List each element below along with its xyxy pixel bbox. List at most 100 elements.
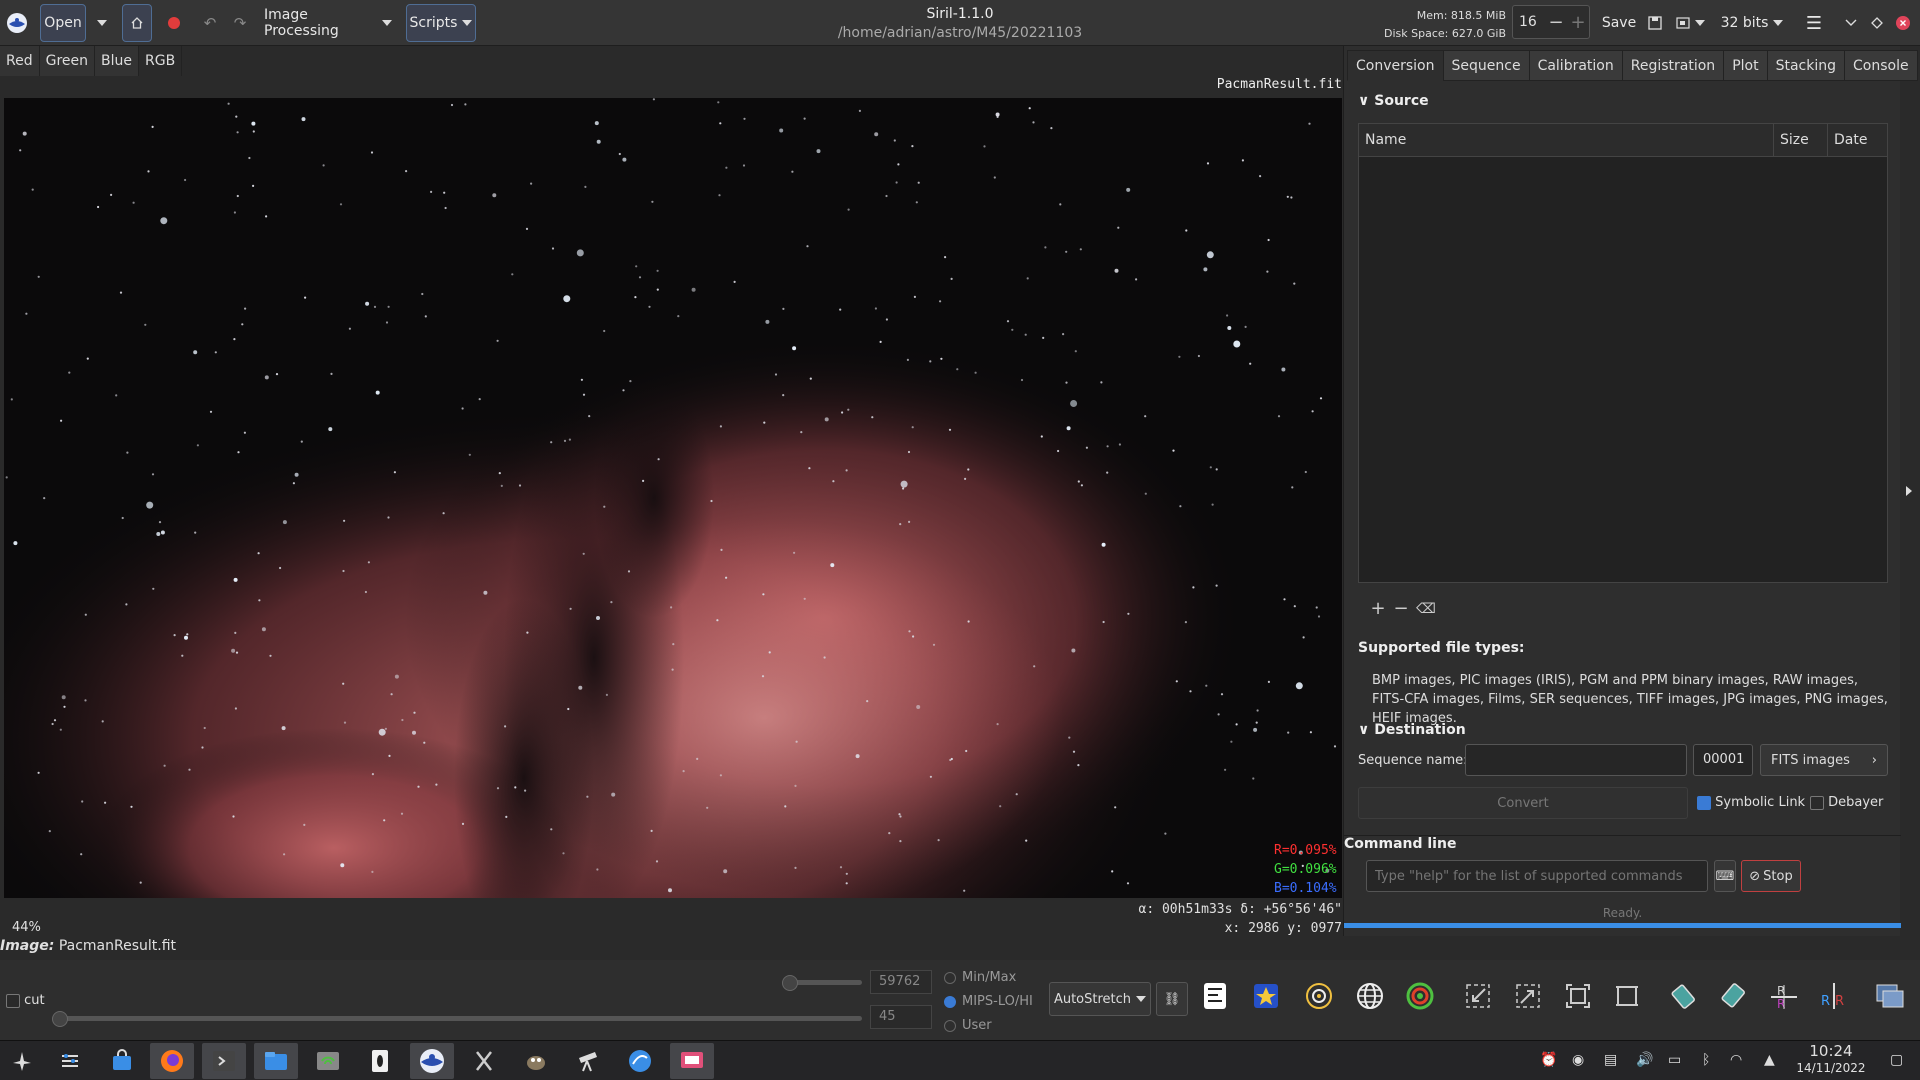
clock[interactable]: 10:24 14/11/2022	[1776, 1043, 1886, 1077]
hamburger-menu-icon[interactable]: ☰	[1802, 4, 1826, 42]
tab-rgb[interactable]: RGB	[139, 46, 183, 76]
high-value-input[interactable]: 59762	[870, 970, 932, 994]
mirror-x-icon[interactable]: RR	[1766, 978, 1802, 1014]
output-type-button[interactable]: FITS images ›	[1760, 744, 1888, 776]
app-launcher-icon[interactable]	[0, 1043, 44, 1079]
column-name[interactable]: Name	[1359, 124, 1774, 156]
terminal-icon[interactable]	[202, 1043, 246, 1079]
symbolic-link-checkbox[interactable]	[1697, 795, 1711, 810]
symbolic-link-option[interactable]: Symbolic Link	[1697, 795, 1805, 810]
source-file-list[interactable]: Name Size Date	[1358, 123, 1888, 583]
bit-depth-menu[interactable]: 32 bits	[1720, 4, 1784, 42]
home-icon[interactable]	[122, 4, 152, 42]
plus-icon[interactable]: +	[1567, 12, 1589, 33]
bluetooth-icon[interactable]: ᛒ	[1702, 1052, 1710, 1068]
debayer-checkbox[interactable]	[1810, 795, 1824, 810]
gimp-icon[interactable]	[514, 1043, 558, 1079]
inkscape-icon[interactable]	[358, 1043, 402, 1079]
low-value-input[interactable]: 45	[870, 1005, 932, 1029]
tab-plot[interactable]: Plot	[1723, 50, 1768, 81]
globe-icon[interactable]	[1352, 978, 1388, 1014]
battery-icon[interactable]: ▭	[1668, 1052, 1681, 1068]
convert-button[interactable]: Convert	[1358, 787, 1688, 819]
alarm-icon[interactable]: ⏰	[1540, 1052, 1557, 1068]
target-icon[interactable]	[1402, 978, 1438, 1014]
siril-logo-icon[interactable]	[4, 4, 30, 42]
high-slider-handle[interactable]	[782, 975, 798, 991]
stretch-mode-menu[interactable]: AutoStretch	[1049, 982, 1151, 1016]
low-slider[interactable]	[58, 1016, 862, 1021]
colormap-toggle-icon[interactable]	[1197, 978, 1233, 1014]
close-icon[interactable]	[1892, 4, 1914, 42]
settings-icon[interactable]	[48, 1043, 92, 1079]
save-button[interactable]: Save	[1598, 4, 1640, 42]
display-windows-icon[interactable]	[1872, 978, 1908, 1014]
file-manager-icon[interactable]	[254, 1043, 298, 1079]
tab-stacking[interactable]: Stacking	[1766, 50, 1845, 81]
volume-icon[interactable]: 🔊	[1636, 1052, 1653, 1068]
maximize-icon[interactable]	[1866, 4, 1888, 42]
presentation-icon[interactable]	[670, 1043, 714, 1079]
low-slider-handle[interactable]	[52, 1011, 68, 1027]
minus-icon[interactable]: −	[1545, 12, 1567, 33]
zoom-fit-icon[interactable]	[1560, 978, 1596, 1014]
remove-file-icon[interactable]: −	[1390, 598, 1412, 620]
open-dropdown-chevron-icon[interactable]	[92, 4, 112, 42]
cut-checkbox[interactable]	[6, 993, 20, 1008]
photometry-icon[interactable]	[1301, 978, 1337, 1014]
command-help-icon[interactable]: ⌨	[1714, 860, 1736, 892]
rotate-left-icon[interactable]	[1666, 978, 1702, 1014]
software-store-icon[interactable]	[100, 1043, 144, 1079]
threads-spinner[interactable]: 16 − +	[1512, 5, 1590, 39]
add-files-icon[interactable]: +	[1367, 598, 1389, 620]
save-as-icon[interactable]	[1644, 4, 1666, 42]
telescope-icon[interactable]	[566, 1043, 610, 1079]
show-desktop-icon[interactable]: ▢	[1890, 1052, 1903, 1068]
tab-green[interactable]: Green	[39, 46, 96, 76]
user-radio[interactable]: User	[944, 1018, 992, 1033]
tab-red[interactable]: Red	[0, 46, 40, 76]
column-date[interactable]: Date	[1828, 124, 1887, 156]
wifi-icon[interactable]: ◠	[1730, 1052, 1742, 1068]
false-color-icon[interactable]	[1248, 978, 1284, 1014]
tab-calibration[interactable]: Calibration	[1528, 50, 1623, 81]
kstars-icon[interactable]	[618, 1043, 662, 1079]
rotate-right-icon[interactable]	[1716, 978, 1752, 1014]
clear-list-icon[interactable]: ⌫	[1415, 598, 1437, 620]
debayer-option[interactable]: Debayer	[1810, 795, 1883, 810]
minimize-icon[interactable]	[1840, 4, 1862, 42]
update-icon[interactable]: ◉	[1572, 1052, 1584, 1068]
tab-sequence[interactable]: Sequence	[1442, 50, 1530, 81]
snapshot-menu-icon[interactable]	[1674, 4, 1706, 42]
high-slider[interactable]	[790, 980, 862, 985]
link-channels-icon[interactable]: ⛓	[1156, 982, 1188, 1016]
source-expander[interactable]: ∨ Source	[1358, 93, 1429, 109]
image-viewport[interactable]	[4, 98, 1342, 898]
x-app-icon[interactable]	[462, 1043, 506, 1079]
start-index-input[interactable]: 00001	[1693, 744, 1753, 776]
tab-registration[interactable]: Registration	[1621, 50, 1725, 81]
panel-toggle-icon[interactable]	[1906, 486, 1912, 496]
cut-option[interactable]: cut	[6, 993, 45, 1008]
redo-icon[interactable]: ↷	[230, 4, 250, 42]
stop-button[interactable]: ⊘ Stop	[1741, 860, 1801, 892]
open-button[interactable]: Open	[40, 4, 86, 42]
sequence-name-input[interactable]	[1465, 744, 1687, 776]
zoom-actual-size-icon[interactable]	[1609, 978, 1645, 1014]
scripts-menu[interactable]: Scripts	[406, 4, 476, 42]
minmax-radio[interactable]: Min/Max	[944, 970, 1016, 985]
command-input[interactable]	[1366, 860, 1708, 892]
tab-blue[interactable]: Blue	[95, 46, 139, 76]
siril-taskbar-icon[interactable]	[410, 1043, 454, 1079]
tab-conversion[interactable]: Conversion	[1347, 50, 1444, 81]
destination-expander[interactable]: ∨ Destination	[1358, 722, 1466, 738]
zoom-in-icon[interactable]	[1460, 978, 1496, 1014]
record-icon[interactable]	[164, 4, 184, 42]
zoom-out-icon[interactable]	[1510, 978, 1546, 1014]
undo-icon[interactable]: ↶	[200, 4, 220, 42]
clipboard-icon[interactable]: ▤	[1604, 1052, 1617, 1068]
network-manager-icon[interactable]	[306, 1043, 350, 1079]
column-size[interactable]: Size	[1774, 124, 1828, 156]
tab-console[interactable]: Console	[1844, 50, 1918, 81]
mips-radio[interactable]: MIPS-LO/HI	[944, 994, 1033, 1009]
